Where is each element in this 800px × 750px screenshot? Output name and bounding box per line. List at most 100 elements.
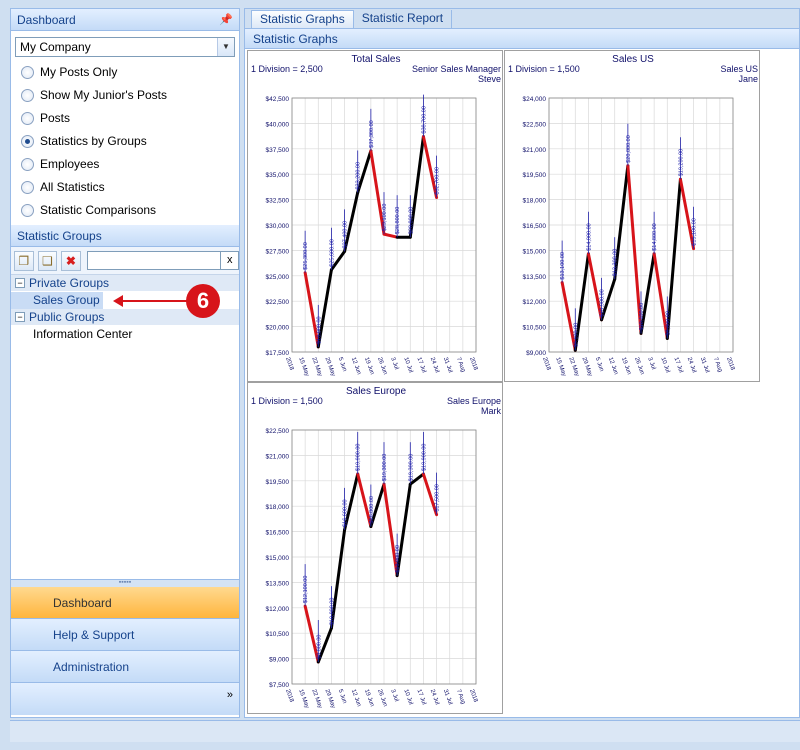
x-tick-label: 24 Jul — [429, 357, 440, 374]
nav-dashboard[interactable]: Dashboard — [11, 587, 239, 619]
chart-svg: Sales Europe 1 Division = 1,500 Sales Euro… — [251, 386, 501, 710]
radio-icon[interactable] — [21, 89, 34, 102]
data-label: $13,900.00 — [395, 545, 401, 573]
y-tick-label: $15,000 — [523, 248, 547, 255]
radio-icon[interactable] — [21, 66, 34, 79]
option-label: Statistic Comparisons — [40, 203, 157, 217]
option-show-my-junior-s-posts[interactable]: Show My Junior's Posts — [11, 84, 239, 107]
x-tick-label: 12 Jun — [350, 689, 362, 708]
collapse-icon[interactable]: − — [15, 278, 25, 288]
data-label: $28,800.00 — [395, 207, 401, 235]
option-label: My Posts Only — [40, 65, 118, 79]
y-tick-label: $21,000 — [523, 147, 547, 154]
y-tick-label: $40,000 — [266, 121, 290, 128]
option-label: Statistics by Groups — [40, 134, 147, 148]
chart-person: Steve — [478, 74, 501, 84]
option-statistics-by-groups[interactable]: Statistics by Groups — [11, 130, 239, 153]
x-tick-label: 26 Jun — [376, 357, 388, 376]
data-label: $14,800.00 — [652, 223, 658, 251]
data-label: $10,100.00 — [639, 303, 645, 331]
y-tick-label: $10,500 — [266, 631, 290, 638]
y-tick-label: $17,500 — [266, 350, 290, 357]
y-tick-label: $16,500 — [523, 223, 547, 230]
statistic-groups-title: Statistic Groups — [17, 229, 102, 243]
y-tick-label: $42,500 — [266, 96, 290, 103]
data-label: $19,300.00 — [408, 454, 414, 482]
nav-administration[interactable]: Administration — [11, 651, 239, 683]
data-label: $8,800.00 — [316, 635, 322, 659]
option-label: Posts — [40, 111, 71, 125]
chart-title: Sales US — [612, 54, 654, 65]
more-icon[interactable]: » — [227, 689, 233, 701]
y-tick-label: $25,000 — [266, 274, 290, 281]
y-tick-label: $37,500 — [266, 147, 290, 154]
radio-icon[interactable] — [21, 112, 34, 125]
y-tick-label: $9,000 — [269, 657, 289, 664]
chart-svg: Total Sales 1 Division = 2,500 Senior Sale… — [251, 54, 501, 378]
y-tick-label: $20,000 — [266, 325, 290, 332]
y-tick-label: $35,000 — [266, 172, 290, 179]
y-tick-label: $22,500 — [266, 299, 290, 306]
radio-icon[interactable] — [21, 135, 34, 148]
y-tick-label: $32,500 — [266, 198, 290, 205]
data-label: $14,800.00 — [586, 223, 592, 251]
data-label: $19,300.00 — [382, 454, 388, 482]
chevron-down-icon[interactable]: ▼ — [217, 38, 234, 56]
y-tick-label: $15,000 — [266, 555, 290, 562]
option-posts[interactable]: Posts — [11, 107, 239, 130]
radio-icon[interactable] — [21, 181, 34, 194]
private-groups-label: Private Groups — [29, 276, 110, 290]
option-employees[interactable]: Employees — [11, 153, 239, 176]
x-tick-label: 19 Jun — [363, 357, 375, 376]
company-select[interactable]: My Company ▼ — [15, 37, 235, 57]
delete-icon[interactable]: ✖ — [61, 250, 81, 271]
y-tick-label: $27,500 — [266, 248, 290, 255]
option-my-posts-only[interactable]: My Posts Only — [11, 61, 239, 84]
y-tick-label: $12,000 — [266, 606, 290, 613]
group-item-sales-group[interactable]: Sales Group — [11, 292, 103, 309]
splitter-grip[interactable]: ▪▪▪▪▪ — [11, 579, 239, 587]
y-tick-label: $22,500 — [523, 121, 547, 128]
data-label: $25,600.00 — [329, 239, 335, 267]
data-label: $16,800.00 — [369, 496, 375, 524]
x-tick-label: 22 May — [310, 689, 322, 710]
chart-division: 1 Division = 1,500 — [251, 396, 323, 406]
callout-arrow — [120, 300, 188, 302]
data-label: $25,300.00 — [303, 242, 309, 270]
y-tick-label: $12,000 — [523, 299, 547, 306]
option-all-statistics[interactable]: All Statistics — [11, 176, 239, 199]
group-filter-input[interactable] — [86, 251, 222, 270]
nav-help-support[interactable]: Help & Support — [11, 619, 239, 651]
x-tick-label: 5 Jun — [337, 357, 348, 373]
radio-icon[interactable] — [21, 158, 34, 171]
x-tick-label: 15 May — [297, 357, 309, 378]
data-label: $10,900.00 — [600, 289, 606, 317]
left-panel: Dashboard 📌 My Company ▼ My Posts Only Sh… — [10, 8, 240, 718]
y-tick-label: $18,000 — [523, 198, 547, 205]
statistic-groups-header: Statistic Groups — [11, 225, 239, 247]
copy-group-icon[interactable]: ❑ — [37, 250, 58, 271]
add-group-icon[interactable]: ❐ — [14, 250, 34, 271]
data-label: $29,100.00 — [382, 204, 388, 232]
x-tick-label: 10 Jul — [659, 357, 670, 374]
data-label: $27,400.00 — [343, 221, 349, 249]
tab-statistic-report[interactable]: Statistic Report — [354, 10, 453, 28]
pin-icon[interactable]: 📌 — [219, 9, 233, 31]
tab-statistic-graphs[interactable]: Statistic Graphs — [251, 10, 354, 28]
data-label: $19,200.00 — [678, 149, 684, 177]
data-label: $32,700.00 — [435, 167, 441, 195]
collapse-icon[interactable]: − — [15, 312, 25, 322]
radio-icon[interactable] — [21, 204, 34, 217]
x-tick-label: 31 Jul — [442, 689, 453, 706]
x-tick-label: 17 Jul — [416, 689, 427, 706]
chart-person: Mark — [481, 406, 501, 416]
group-item-information-center[interactable]: Information Center — [11, 326, 239, 343]
option-statistic-comparisons[interactable]: Statistic Comparisons — [11, 199, 239, 222]
clear-filter-button[interactable]: x — [221, 251, 239, 270]
y-tick-label: $10,500 — [523, 325, 547, 332]
option-label: Show My Junior's Posts — [40, 88, 168, 102]
option-label: All Statistics — [40, 180, 105, 194]
y-tick-label: $24,000 — [523, 96, 547, 103]
data-label: $9,100.00 — [573, 323, 579, 347]
x-tick-label: 31 Jul — [442, 357, 453, 374]
